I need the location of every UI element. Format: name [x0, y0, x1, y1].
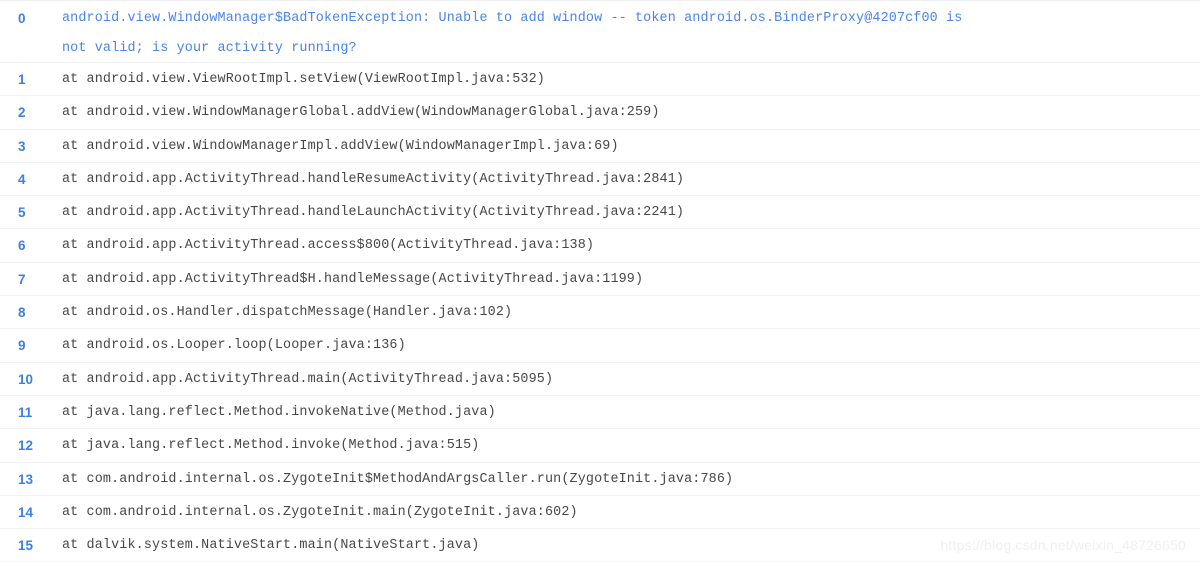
line-number: 11 — [18, 404, 33, 420]
code-line-row[interactable]: 4 at android.app.ActivityThread.handleRes… — [0, 162, 1200, 197]
stack-frame: at android.view.WindowManagerGlobal.addV… — [62, 105, 660, 121]
stack-frame: at android.app.ActivityThread$H.handleMe… — [62, 271, 644, 287]
exception-message-segment: android.view.WindowManager$BadTokenExcep… — [62, 11, 963, 26]
line-number: 4 — [18, 171, 26, 187]
code-line-row[interactable]: 1 at android.view.ViewRootImpl.setView(Vi… — [0, 63, 1200, 97]
line-number: 8 — [18, 305, 26, 321]
code-line-row[interactable]: 6 at android.app.ActivityThread.access$80… — [0, 229, 1200, 263]
line-number: 6 — [18, 238, 26, 254]
stack-frame: at android.view.WindowManagerImpl.addVie… — [62, 138, 619, 154]
stack-frame: at android.os.Handler.dispatchMessage(Ha… — [62, 305, 513, 321]
stack-frame: at java.lang.reflect.Method.invoke(Metho… — [62, 438, 480, 454]
line-number: 7 — [18, 271, 26, 287]
code-line-row[interactable]: 13 at com.android.internal.os.ZygoteInit$… — [0, 462, 1200, 496]
stack-frame: at android.app.ActivityThread.access$800… — [62, 238, 595, 254]
line-number: 14 — [18, 504, 34, 520]
code-line-row[interactable]: 15 at dalvik.system.NativeStart.main(Nati… — [0, 529, 1200, 562]
line-number: 12 — [18, 438, 34, 454]
code-line-row[interactable]: 11 at java.lang.reflect.Method.invokeNati… — [0, 395, 1200, 430]
stack-frame: at android.os.Looper.loop(Looper.java:13… — [62, 338, 406, 354]
code-line-row[interactable]: 7 at android.app.ActivityThread$H.handleM… — [0, 262, 1200, 297]
code-line-row[interactable]: 8 at android.os.Handler.dispatchMessage(H… — [0, 296, 1200, 330]
code-line-row[interactable]: 5 at android.app.ActivityThread.handleLau… — [0, 196, 1200, 230]
line-number: 9 — [18, 338, 26, 354]
code-line-row[interactable]: 14 at com.android.internal.os.ZygoteInit.… — [0, 495, 1200, 530]
line-number: 0 — [18, 11, 26, 26]
stack-frame: at dalvik.system.NativeStart.main(Native… — [62, 538, 480, 554]
stack-frame: at com.android.internal.os.ZygoteInit$Me… — [62, 471, 734, 487]
line-number: 3 — [18, 138, 26, 154]
stack-frame: at android.view.ViewRootImpl.setView(Vie… — [62, 72, 545, 87]
code-line-row[interactable]: 10 at android.app.ActivityThread.main(Act… — [0, 362, 1200, 396]
stack-frame: at java.lang.reflect.Method.invokeNative… — [62, 404, 496, 420]
code-line-row[interactable]: 12 at java.lang.reflect.Method.invoke(Met… — [0, 429, 1200, 463]
exception-message-segment: not valid; is your activity running? — [62, 41, 357, 56]
exception-message: android.view.WindowManager$BadTokenExcep… — [44, 1, 1200, 64]
line-number: 10 — [18, 371, 34, 387]
stack-frame: at android.app.ActivityThread.main(Activ… — [62, 371, 554, 387]
stack-frame: at android.app.ActivityThread.handleLaun… — [62, 205, 685, 221]
line-number: 1 — [18, 72, 26, 87]
stack-frame: at android.app.ActivityThread.handleResu… — [62, 171, 685, 187]
code-line-row[interactable]: 0 android.view.WindowManager$BadTokenExce… — [0, 1, 1200, 63]
code-line-row[interactable]: 3 at android.view.WindowManagerImpl.addVi… — [0, 129, 1200, 163]
line-number: 13 — [18, 471, 34, 487]
line-number: 5 — [18, 205, 26, 221]
stack-trace-code-block: 0 android.view.WindowManager$BadTokenExce… — [0, 0, 1200, 562]
code-line-list: 0 android.view.WindowManager$BadTokenExce… — [0, 1, 1200, 562]
line-number: 15 — [18, 538, 34, 554]
code-line-row[interactable]: 2 at android.view.WindowManagerGlobal.add… — [0, 96, 1200, 130]
code-line-row[interactable]: 9 at android.os.Looper.loop(Looper.java:1… — [0, 329, 1200, 363]
stack-frame: at com.android.internal.os.ZygoteInit.ma… — [62, 504, 578, 520]
line-number: 2 — [18, 105, 26, 121]
